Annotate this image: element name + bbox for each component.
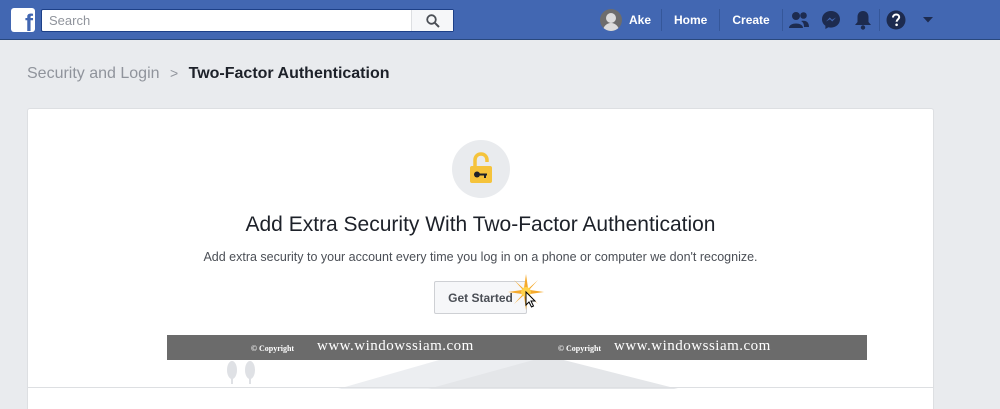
create-link[interactable]: Create: [720, 0, 781, 40]
messenger-button[interactable]: [815, 0, 847, 40]
page-title: Two-Factor Authentication: [188, 65, 390, 82]
account-menu-button[interactable]: [912, 0, 944, 40]
friends-button[interactable]: [783, 0, 815, 40]
breadcrumb: Security and Login > Two-Factor Authenti…: [27, 65, 390, 83]
breadcrumb-separator: >: [169, 65, 179, 81]
lock-badge: [452, 140, 510, 198]
nav-right: Ake Home Create: [596, 0, 944, 40]
watermark-banner: © Copyright www.windowssiam.com © Copyri…: [167, 335, 867, 360]
card-title: Add Extra Security With Two-Factor Authe…: [245, 213, 716, 236]
create-label: Create: [732, 13, 770, 27]
facebook-logo[interactable]: f: [11, 8, 35, 32]
help-button[interactable]: [880, 0, 912, 40]
padlock-icon: [470, 152, 492, 183]
profile-link[interactable]: Ake: [596, 0, 661, 40]
watermark-copyright: © Copyright: [558, 344, 602, 353]
watermark-site: www.windowssiam.com: [614, 338, 771, 354]
watermark-copyright: © Copyright: [251, 344, 295, 353]
notifications-button[interactable]: [847, 0, 879, 40]
card-divider: [28, 387, 933, 388]
search-button[interactable]: [411, 10, 453, 31]
top-navigation-bar: f Ake Home Create: [0, 0, 1000, 40]
card-description: Add extra security to your account every…: [203, 250, 758, 264]
watermark-site: www.windowssiam.com: [317, 338, 474, 354]
profile-name: Ake: [629, 13, 652, 27]
two-factor-card: Add Extra Security With Two-Factor Authe…: [27, 108, 934, 409]
help-icon: [886, 10, 906, 30]
avatar: [600, 9, 622, 31]
notifications-icon: [854, 11, 871, 30]
menu-caret-icon: [922, 17, 933, 23]
get-started-button[interactable]: Get Started: [434, 281, 527, 314]
friends-icon: [788, 12, 809, 28]
search-input[interactable]: [42, 10, 412, 31]
home-label: Home: [674, 13, 708, 27]
search-box: [41, 9, 454, 32]
breadcrumb-parent-link[interactable]: Security and Login: [27, 65, 160, 82]
home-link[interactable]: Home: [662, 0, 719, 40]
messenger-icon: [821, 11, 840, 29]
search-icon: [425, 13, 440, 28]
